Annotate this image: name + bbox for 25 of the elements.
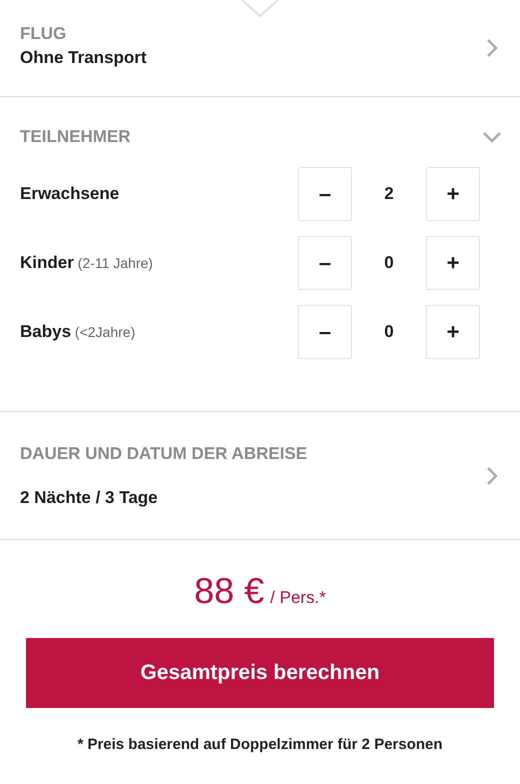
- increment-button[interactable]: +: [426, 305, 480, 359]
- notch-icon: [240, 0, 280, 18]
- chevron-icon[interactable]: [482, 131, 502, 143]
- duration-value: 2 Nächte / 3 Tage: [20, 488, 159, 508]
- decrement-button[interactable]: –: [298, 167, 352, 221]
- count-value: 0: [383, 322, 395, 342]
- increment-button[interactable]: +: [426, 167, 480, 221]
- participant-label: Erwachsene: [20, 184, 120, 204]
- chevron-icon[interactable]: [486, 38, 498, 58]
- section-heading: DAUER UND DATUM DER ABREISE: [20, 444, 308, 464]
- decrement-button[interactable]: –: [298, 236, 352, 290]
- price-unit: / Pers.*: [270, 588, 326, 607]
- flight-value: Ohne Transport: [20, 48, 147, 68]
- participant-label: Babys (<2Jahre): [20, 322, 136, 342]
- price-amount: 88 €: [194, 570, 264, 611]
- count-value: 0: [383, 253, 395, 273]
- decrement-button[interactable]: –: [298, 305, 352, 359]
- section-heading: FLUG: [20, 24, 68, 44]
- section-heading: TEILNEHMER: [20, 127, 130, 147]
- chevron-icon[interactable]: [486, 466, 498, 486]
- footnote: * Preis basierend auf Doppelzimmer für 2 Personen: [76, 736, 444, 753]
- increment-button[interactable]: +: [426, 236, 480, 290]
- participant-label: Kinder (2-11 Jahre): [20, 253, 153, 273]
- count-value: 2: [383, 184, 395, 204]
- calculate-button[interactable]: Gesamtpreis berechnen: [26, 638, 494, 708]
